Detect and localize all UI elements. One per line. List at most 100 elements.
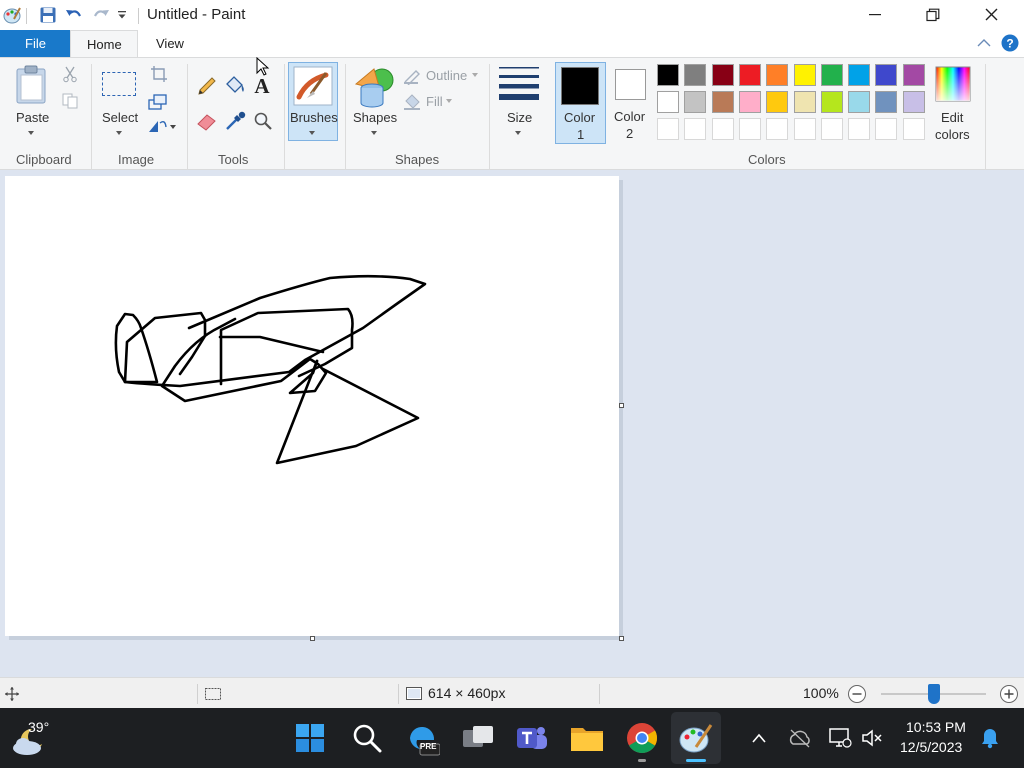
custom-color-slot[interactable] [738, 118, 761, 140]
resize-icon[interactable] [148, 93, 168, 111]
custom-color-slot[interactable] [711, 118, 734, 140]
copy-icon[interactable] [61, 92, 79, 110]
onedrive-icon[interactable] [788, 728, 812, 748]
customize-qat-icon[interactable] [117, 10, 127, 20]
select-label[interactable]: Select [102, 110, 138, 125]
paint-app-icon[interactable] [2, 5, 22, 25]
color-picker-icon[interactable] [224, 110, 246, 132]
paint-taskbar-icon[interactable] [678, 720, 714, 756]
zoom-out-icon[interactable] [847, 684, 867, 704]
cut-icon[interactable] [61, 65, 79, 83]
fill-bucket-icon[interactable] [223, 74, 247, 96]
color-swatch[interactable] [657, 91, 679, 113]
size-dropdown-arrow[interactable] [515, 131, 521, 135]
color-swatch[interactable] [902, 91, 925, 113]
color-swatch[interactable] [766, 91, 789, 113]
fill-dropdown-arrow[interactable] [446, 99, 452, 103]
volume-muted-icon[interactable] [860, 727, 884, 749]
custom-color-slot[interactable] [657, 118, 679, 140]
color-swatch[interactable] [738, 91, 761, 113]
fill-label[interactable]: Fill [426, 94, 443, 109]
color-swatch[interactable] [820, 64, 843, 86]
color-swatch[interactable] [820, 91, 843, 113]
select-icon[interactable] [102, 72, 136, 96]
save-icon[interactable] [39, 6, 57, 24]
undo-icon[interactable] [64, 5, 84, 25]
outline-dropdown-arrow[interactable] [472, 73, 478, 77]
eraser-icon[interactable] [196, 110, 218, 132]
start-icon[interactable] [292, 720, 328, 756]
chrome-icon[interactable] [624, 720, 660, 756]
brushes-button[interactable]: Brushes [288, 62, 338, 141]
paste-icon[interactable] [14, 64, 50, 106]
crop-icon[interactable] [150, 65, 168, 83]
color-swatch[interactable] [738, 64, 761, 86]
select-dropdown-arrow[interactable] [116, 131, 122, 135]
teams-icon[interactable] [514, 720, 550, 756]
close-button[interactable] [968, 0, 1014, 30]
home-tab[interactable]: Home [70, 30, 138, 58]
color-swatch[interactable] [875, 64, 898, 86]
outline-icon[interactable] [402, 67, 422, 85]
network-icon[interactable] [828, 727, 852, 749]
color-swatch[interactable] [793, 64, 816, 86]
help-icon[interactable]: ? [1001, 34, 1019, 52]
notifications-icon[interactable] [979, 727, 1001, 749]
restore-button[interactable] [910, 0, 956, 30]
zoom-slider[interactable] [881, 684, 986, 704]
custom-color-slot[interactable] [875, 118, 898, 140]
redo-icon[interactable] [91, 5, 111, 25]
color-swatch[interactable] [684, 91, 707, 113]
custom-color-slot[interactable] [902, 118, 925, 140]
text-icon[interactable]: A [251, 74, 273, 96]
view-tab[interactable]: View [146, 30, 196, 57]
color-swatch[interactable] [766, 64, 789, 86]
task-view-icon[interactable] [460, 720, 496, 756]
resize-handle-corner[interactable] [619, 636, 624, 641]
search-icon[interactable] [349, 720, 385, 756]
color2-button[interactable]: Color 2 [608, 62, 654, 144]
color-swatch[interactable] [848, 91, 871, 113]
minimize-button[interactable] [852, 0, 898, 30]
custom-color-slot[interactable] [684, 118, 707, 140]
file-explorer-icon[interactable] [569, 720, 605, 756]
color-swatch[interactable] [875, 91, 898, 113]
color-swatch[interactable] [793, 91, 816, 113]
size-label[interactable]: Size [507, 110, 532, 125]
pencil-icon[interactable] [196, 75, 218, 97]
size-icon[interactable] [499, 66, 539, 102]
fill-icon[interactable] [402, 91, 424, 111]
weather-temperature[interactable]: 39° [28, 719, 49, 735]
rotate-icon[interactable] [146, 117, 178, 135]
custom-color-slot[interactable] [848, 118, 871, 140]
paste-label[interactable]: Paste [16, 110, 49, 125]
resize-handle-right[interactable] [619, 403, 624, 408]
color-swatch[interactable] [848, 64, 871, 86]
color-swatch[interactable] [684, 64, 707, 86]
paste-dropdown-arrow[interactable] [28, 131, 34, 135]
edit-colors-label-2[interactable]: colors [935, 127, 970, 142]
edit-colors-label-1[interactable]: Edit [941, 110, 963, 125]
shapes-icon[interactable] [354, 64, 396, 108]
resize-handle-bottom[interactable] [310, 636, 315, 641]
zoom-in-icon[interactable] [999, 684, 1019, 704]
custom-color-slot[interactable] [766, 118, 789, 140]
minimize-ribbon-icon[interactable] [977, 38, 991, 48]
magnifier-icon[interactable] [252, 110, 274, 132]
color-swatch[interactable] [902, 64, 925, 86]
color-swatch[interactable] [657, 64, 679, 86]
shapes-label[interactable]: Shapes [353, 110, 397, 125]
custom-color-slot[interactable] [820, 118, 843, 140]
color-swatch[interactable] [711, 91, 734, 113]
custom-color-slot[interactable] [793, 118, 816, 140]
drawing-canvas[interactable] [5, 176, 619, 636]
clock-date[interactable]: 12/5/2023 [900, 739, 962, 755]
outline-label[interactable]: Outline [426, 68, 467, 83]
file-tab[interactable]: File [0, 30, 70, 57]
edit-colors-icon[interactable] [935, 66, 971, 102]
show-hidden-icons-icon[interactable] [751, 732, 767, 744]
clock-time[interactable]: 10:53 PM [906, 719, 966, 735]
shapes-dropdown-arrow[interactable] [371, 131, 377, 135]
color1-button[interactable]: Color 1 [555, 62, 606, 144]
color-swatch[interactable] [711, 64, 734, 86]
